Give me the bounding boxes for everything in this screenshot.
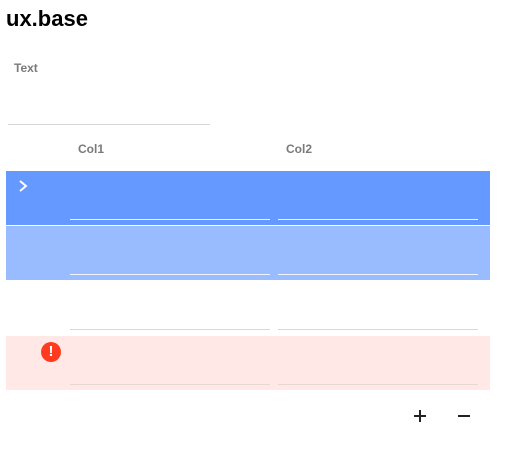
row-1-col1-input[interactable] (70, 193, 270, 220)
error-icon: ! (41, 342, 61, 362)
page: ux.base Text Col1 Col2 ! (0, 0, 517, 459)
column-header-col2: Col2 (286, 142, 313, 156)
row-1-col2-input[interactable] (278, 193, 478, 220)
text-field-label: Text (14, 61, 38, 75)
table-row[interactable] (6, 281, 490, 335)
table-row[interactable] (6, 226, 490, 280)
column-header-col1: Col1 (78, 142, 105, 156)
row-2-col1-input[interactable] (70, 248, 270, 275)
add-row-button[interactable] (408, 404, 432, 428)
chevron-right-icon[interactable] (16, 179, 30, 193)
row-3-col2-input[interactable] (278, 303, 478, 330)
table-row[interactable] (6, 171, 490, 225)
page-title: ux.base (6, 6, 88, 31)
row-4-col2-input[interactable] (278, 358, 478, 385)
table-row[interactable]: ! (6, 336, 490, 390)
remove-row-button[interactable] (452, 404, 476, 428)
row-4-col1-input[interactable] (70, 358, 270, 385)
minus-icon (458, 415, 470, 417)
row-3-col1-input[interactable] (70, 303, 270, 330)
row-2-col2-input[interactable] (278, 248, 478, 275)
plus-icon (414, 410, 426, 422)
text-field[interactable] (8, 98, 210, 125)
